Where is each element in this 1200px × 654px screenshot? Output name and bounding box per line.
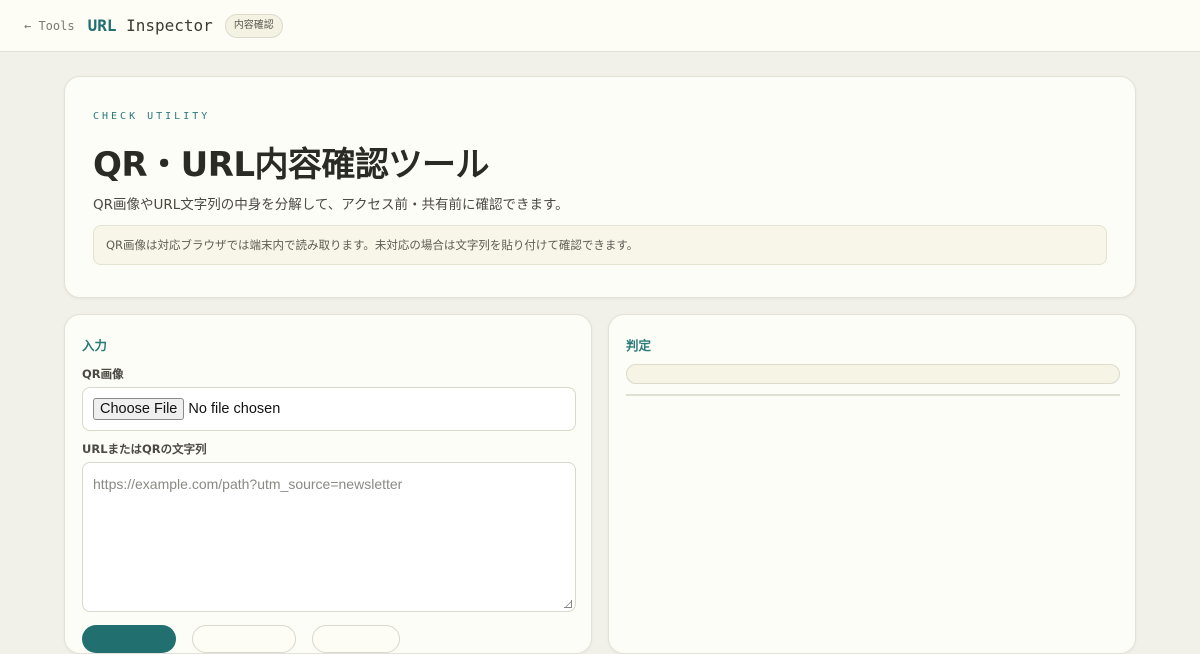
app-title: URL Inspector xyxy=(88,16,213,35)
hero-eyebrow: CHECK UTILITY xyxy=(93,111,211,122)
qr-image-label: QR画像 xyxy=(82,367,124,381)
action-buttons xyxy=(82,625,400,653)
result-panel: 判定 xyxy=(608,314,1136,654)
page-title: QR・URL内容確認ツール xyxy=(93,145,490,185)
tertiary-action-button[interactable] xyxy=(312,625,400,653)
resize-handle[interactable] xyxy=(564,600,572,608)
hero-card: CHECK UTILITY QR・URL内容確認ツール QR画像やURL文字列の… xyxy=(64,76,1136,298)
verdict-status-bar xyxy=(626,364,1120,384)
hero-description: QR画像やURL文字列の中身を分解して、アクセス前・共有前に確認できます。 xyxy=(93,197,569,213)
url-textarea-placeholder: https://example.com/path?utm_source=news… xyxy=(93,476,403,492)
result-panel-title: 判定 xyxy=(626,338,652,353)
url-text-label: URLまたはQRの文字列 xyxy=(82,442,207,456)
mode-badge: 内容確認 xyxy=(224,13,283,38)
input-panel-title: 入力 xyxy=(82,338,108,353)
notice-banner: QR画像は対応ブラウザでは端末内で読み取ります。未対応の場合は文字列を貼り付けて… xyxy=(93,225,1107,265)
secondary-action-button[interactable] xyxy=(192,625,296,653)
app-title-rest: Inspector xyxy=(116,16,213,35)
primary-action-button[interactable] xyxy=(82,625,176,653)
back-to-tools-link[interactable]: ← Tools xyxy=(24,19,75,33)
url-textarea[interactable]: https://example.com/path?utm_source=news… xyxy=(82,462,576,612)
qr-file-input[interactable]: Choose File No file chosen xyxy=(82,387,576,431)
top-bar: ← Tools URL Inspector 内容確認 xyxy=(0,0,1200,52)
choose-file-button[interactable]: Choose File xyxy=(93,398,185,420)
file-status-text: No file chosen xyxy=(188,401,281,417)
app-title-accent: URL xyxy=(87,16,117,35)
input-panel: 入力 QR画像 Choose File No file chosen URLまた… xyxy=(64,314,592,654)
divider xyxy=(626,394,1120,396)
